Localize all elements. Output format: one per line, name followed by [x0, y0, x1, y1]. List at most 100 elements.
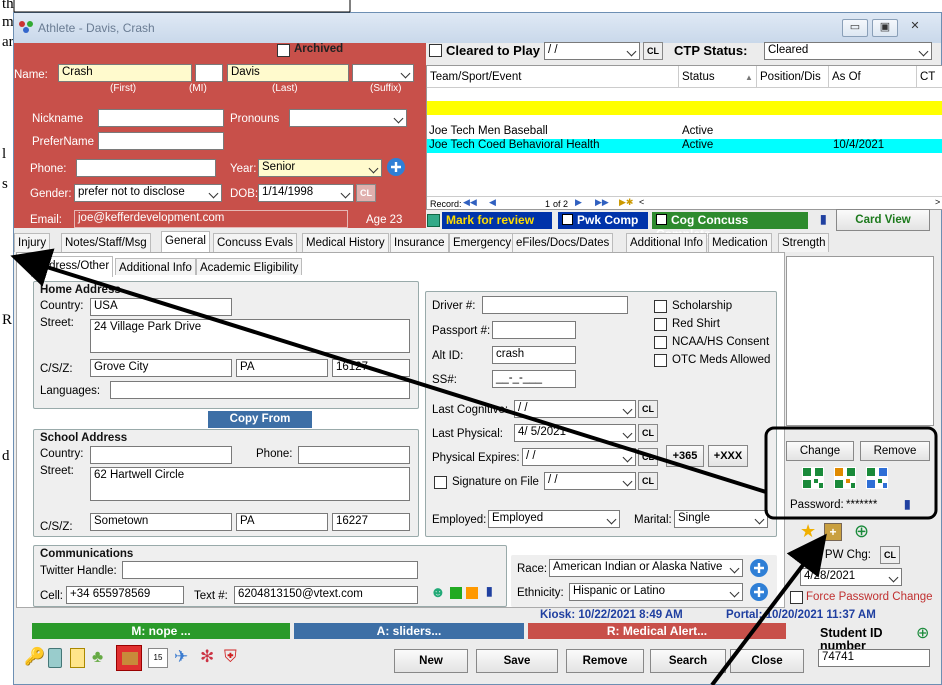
- qr-code-blue-icon[interactable]: [866, 467, 888, 489]
- force-pw-checkbox[interactable]: [790, 591, 803, 604]
- physical-expires-clear-button[interactable]: CL: [638, 448, 658, 466]
- alt-id-input[interactable]: crash: [492, 346, 576, 364]
- orange-status-icon[interactable]: [466, 587, 478, 599]
- otc-meds-checkbox[interactable]: [654, 354, 667, 367]
- new-record-icon[interactable]: ▶✱: [619, 197, 633, 208]
- school-country-input[interactable]: [90, 446, 232, 464]
- tab-medical-history[interactable]: Medical History: [302, 233, 389, 252]
- green-status-icon[interactable]: [450, 587, 462, 599]
- medical-plus-icon[interactable]: +: [824, 523, 842, 541]
- school-state-input[interactable]: PA: [236, 513, 328, 531]
- change-photo-button[interactable]: Change: [786, 441, 854, 461]
- pw-clear-button[interactable]: CL: [880, 546, 900, 564]
- molecule-icon[interactable]: ✻: [200, 647, 214, 667]
- school-phone-input[interactable]: [298, 446, 410, 464]
- languages-input[interactable]: [110, 381, 410, 399]
- first-record-icon[interactable]: ◀◀: [463, 197, 477, 208]
- pw-change-date-picker[interactable]: 4/28/2021: [800, 568, 902, 586]
- cog-concuss-label[interactable]: Cog Concuss Complete: [652, 212, 808, 241]
- pwk-comp-checkbox[interactable]: [562, 214, 573, 225]
- lock-shield-icon[interactable]: ⛨: [224, 647, 237, 667]
- calendar-icon[interactable]: 15: [148, 648, 168, 668]
- school-zip-input[interactable]: 16227: [332, 513, 410, 531]
- first-name-input[interactable]: Crash: [58, 64, 192, 82]
- dob-picker[interactable]: 1/14/1998: [258, 184, 354, 202]
- signature-checkbox[interactable]: [434, 476, 447, 489]
- key-icon[interactable]: 🔑: [24, 647, 45, 667]
- last-cognitive-clear-button[interactable]: CL: [638, 400, 658, 418]
- clipboard-icon[interactable]: [70, 648, 85, 668]
- pwk-comp-label[interactable]: Pwk Comp: [558, 212, 648, 229]
- race-select[interactable]: American Indian or Alaska Native: [549, 559, 743, 577]
- password-book-icon[interactable]: ▮: [904, 497, 911, 511]
- tablet-icon[interactable]: [48, 648, 62, 668]
- marital-select[interactable]: Single: [674, 510, 768, 528]
- last-name-input[interactable]: Davis: [227, 64, 349, 82]
- tab-additional-info[interactable]: Additional Info: [626, 233, 707, 252]
- add-year-icon[interactable]: [386, 157, 406, 177]
- contact-icon[interactable]: ☻: [430, 584, 446, 601]
- package-icon[interactable]: [116, 645, 142, 671]
- ctp-status-select[interactable]: Cleared: [764, 42, 932, 60]
- grid-header-team[interactable]: Team/Sport/Event: [427, 66, 679, 88]
- physical-expires-picker[interactable]: / /: [522, 448, 636, 466]
- phone-input[interactable]: [76, 159, 216, 177]
- card-view-button[interactable]: Card View: [836, 209, 930, 231]
- maximize-button[interactable]: ▣: [872, 19, 898, 37]
- scholarship-checkbox[interactable]: [654, 300, 667, 313]
- dob-clear-button[interactable]: CL: [356, 184, 376, 202]
- driver-input[interactable]: [482, 296, 628, 314]
- gender-select[interactable]: prefer not to disclose: [74, 184, 222, 202]
- a-alert-bar[interactable]: A: sliders...: [294, 623, 524, 639]
- tab-emergency[interactable]: Emergency: [449, 233, 516, 252]
- ssn-input[interactable]: __-_-___: [492, 370, 576, 388]
- scroll-right-icon[interactable]: >: [935, 197, 940, 207]
- table-row[interactable]: [427, 101, 942, 115]
- close-window-button[interactable]: ✕: [902, 19, 928, 37]
- subtab-academic[interactable]: Academic Eligibility: [196, 258, 303, 275]
- subtab-additional-info[interactable]: Additional Info: [115, 258, 196, 275]
- comm-book-icon[interactable]: ▮: [486, 584, 493, 598]
- tab-notes[interactable]: Notes/Staff/Msg: [61, 233, 151, 252]
- globe-icon[interactable]: ⊕: [854, 521, 869, 542]
- middle-initial-input[interactable]: [195, 64, 223, 82]
- tab-injury[interactable]: Injury: [14, 233, 51, 252]
- mark-review-checkbox[interactable]: [427, 214, 440, 227]
- cleared-date-picker[interactable]: / /: [544, 42, 640, 60]
- suffix-select[interactable]: [352, 64, 414, 82]
- new-button[interactable]: New: [394, 649, 468, 673]
- qr-code-color-icon[interactable]: [834, 467, 856, 489]
- grid-header-ct[interactable]: CT: [917, 66, 942, 88]
- minimize-button[interactable]: ▭: [842, 19, 868, 37]
- m-alert-bar[interactable]: M: nope ...: [32, 623, 290, 639]
- mark-review-label[interactable]: Mark for review: [442, 212, 552, 229]
- last-physical-clear-button[interactable]: CL: [638, 424, 658, 442]
- archived-checkbox[interactable]: [277, 44, 290, 57]
- tab-insurance[interactable]: Insurance: [390, 233, 449, 252]
- search-button[interactable]: Search: [650, 649, 726, 673]
- cleared-clear-button[interactable]: CL: [643, 42, 663, 60]
- grid-header-position[interactable]: Position/Dis: [757, 66, 829, 88]
- nickname-input[interactable]: [98, 109, 224, 127]
- email-input[interactable]: joe@kefferdevelopment.com: [74, 210, 348, 228]
- home-zip-input[interactable]: 16127: [332, 359, 410, 377]
- copy-from-button[interactable]: Copy From: [208, 411, 312, 428]
- cell-input[interactable]: +34 655978569: [66, 586, 184, 604]
- info-book-icon[interactable]: ▮: [820, 212, 827, 226]
- next-record-icon[interactable]: ▶: [575, 197, 582, 208]
- plus-365-button[interactable]: +365: [666, 445, 704, 467]
- subtab-address[interactable]: Address/Other: [31, 256, 114, 277]
- grid-header-asof[interactable]: As Of: [829, 66, 917, 88]
- photo-box[interactable]: [786, 256, 934, 426]
- add-ethnicity-icon[interactable]: [749, 582, 769, 602]
- tab-general[interactable]: General: [161, 231, 210, 252]
- cog-concuss-checkbox[interactable]: [656, 214, 667, 225]
- text-input[interactable]: 6204813150@vtext.com: [234, 586, 418, 604]
- table-row[interactable]: Joe Tech Men Baseball Active: [427, 125, 942, 139]
- ncaa-consent-checkbox[interactable]: [654, 336, 667, 349]
- record-position[interactable]: 1: [545, 199, 550, 209]
- tab-medication[interactable]: Medication: [708, 233, 772, 252]
- people-icon[interactable]: ♣: [92, 647, 103, 667]
- student-id-input[interactable]: 74741: [818, 649, 930, 667]
- passport-input[interactable]: [492, 321, 576, 339]
